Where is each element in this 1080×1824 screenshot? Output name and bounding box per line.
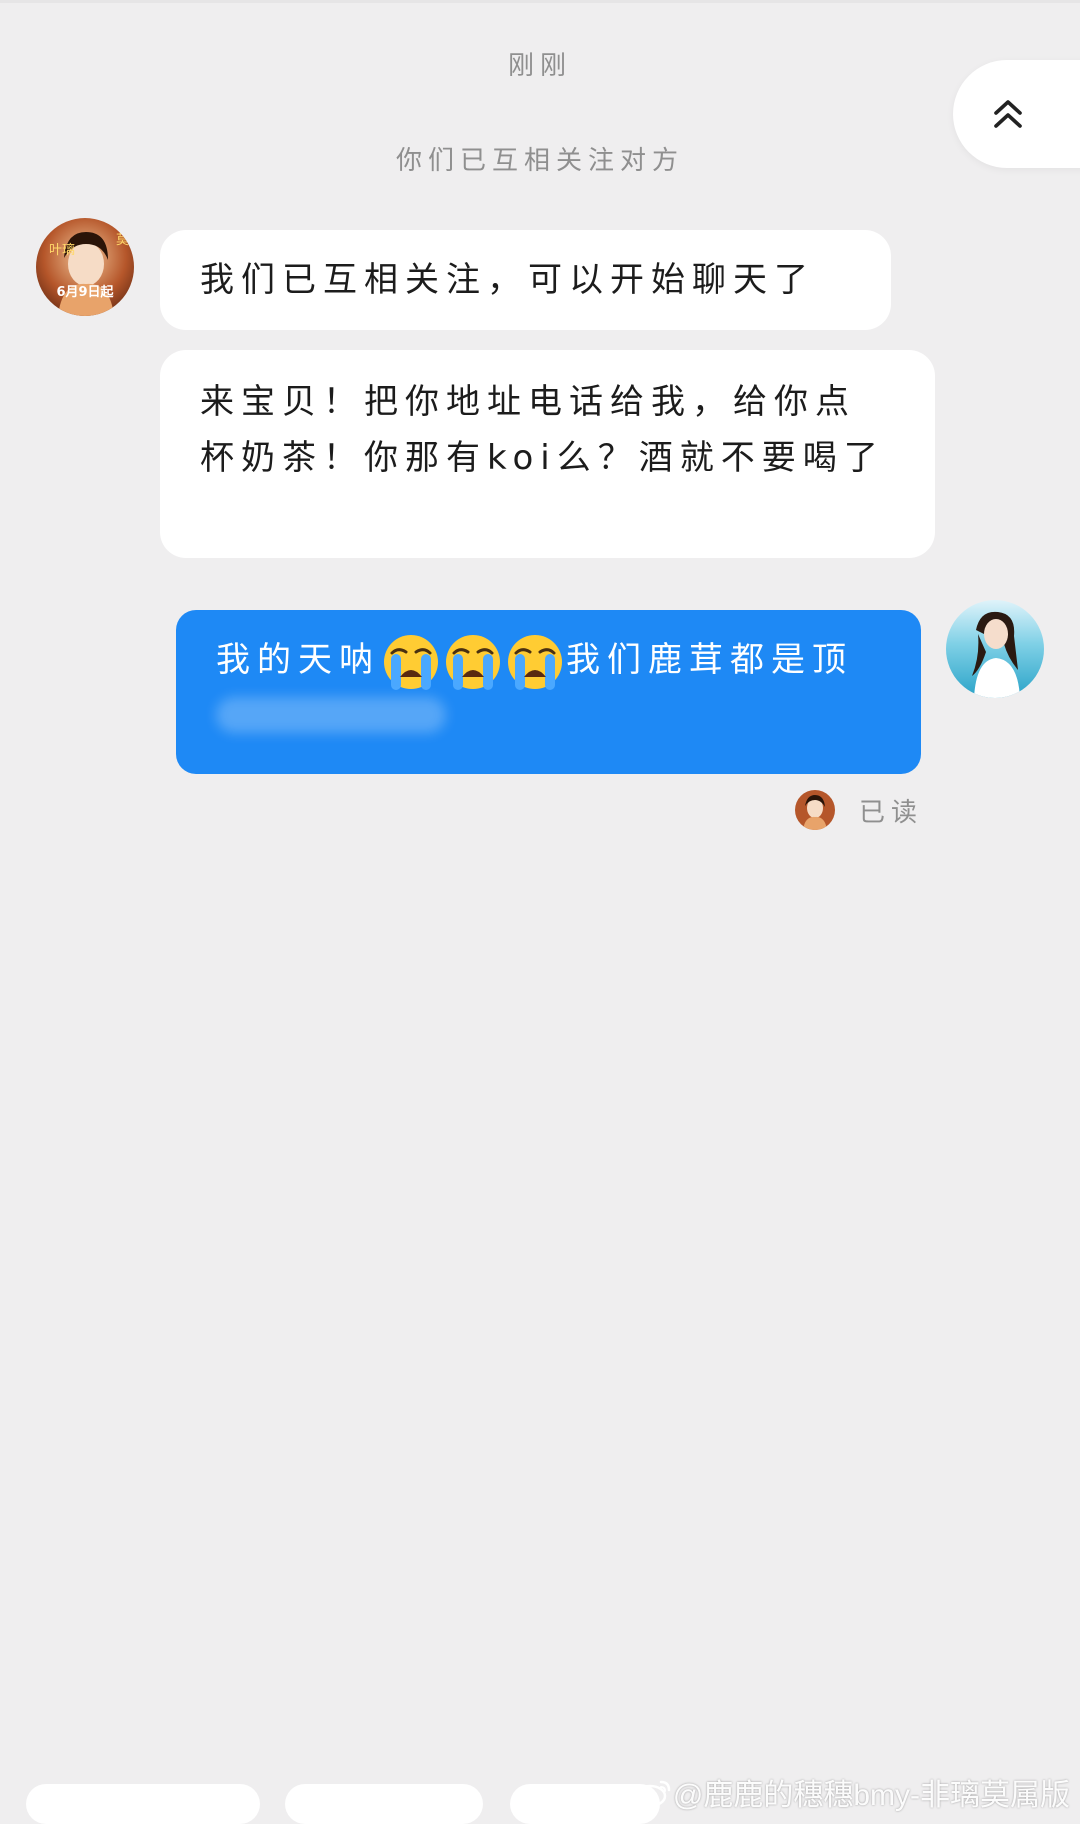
read-receipt: 已读 (795, 790, 923, 830)
message-text-before-emoji: 我的天呐 (216, 640, 380, 680)
watermark-text: @鹿鹿的穗穗bmy-非璃莫属版 (672, 1779, 1070, 1812)
message-text-after-emoji: 我们鹿茸都是顶 (566, 640, 853, 680)
top-divider (0, 0, 1080, 3)
bottom-quick-action[interactable] (285, 1784, 483, 1824)
blurred-text-redaction (216, 696, 446, 733)
poster-title-left: 叶璃 (49, 243, 75, 258)
loudly-crying-face-icon (508, 634, 562, 690)
message-bubble-incoming[interactable]: 我们已互相关注，可以开始聊天了 (160, 230, 891, 330)
watermark: @鹿鹿的穗穗bmy-非璃莫属版 (633, 1770, 1070, 1814)
contact-avatar[interactable]: 叶璃 莫 6月9日起 (36, 218, 134, 316)
read-receipt-avatar (795, 790, 835, 830)
bottom-quick-action[interactable] (26, 1784, 260, 1824)
weibo-logo-icon (633, 1780, 671, 1808)
double-chevron-up-icon (994, 100, 1022, 128)
loudly-crying-face-icon (446, 634, 500, 690)
message-text: 来宝贝！把你地址电话给我，给你点杯奶茶！你那有koi么？酒就不要喝了 (200, 382, 885, 478)
read-status-label: 已读 (859, 797, 924, 828)
user-avatar[interactable] (946, 600, 1044, 698)
poster-date: 6月9日起 (56, 284, 114, 300)
timestamp-label: 刚刚 (507, 51, 572, 81)
poster-title-right: 莫 (116, 233, 129, 248)
message-text: 我们已互相关注，可以开始聊天了 (200, 260, 815, 300)
message-bubble-incoming[interactable]: 来宝贝！把你地址电话给我，给你点杯奶茶！你那有koi么？酒就不要喝了 (160, 350, 935, 558)
mutual-follow-notice: 你们已互相关注对方 (395, 146, 684, 176)
message-bubble-outgoing[interactable]: 我的天呐 我们鹿茸都是顶 (176, 610, 921, 774)
loudly-crying-face-icon (384, 634, 438, 690)
